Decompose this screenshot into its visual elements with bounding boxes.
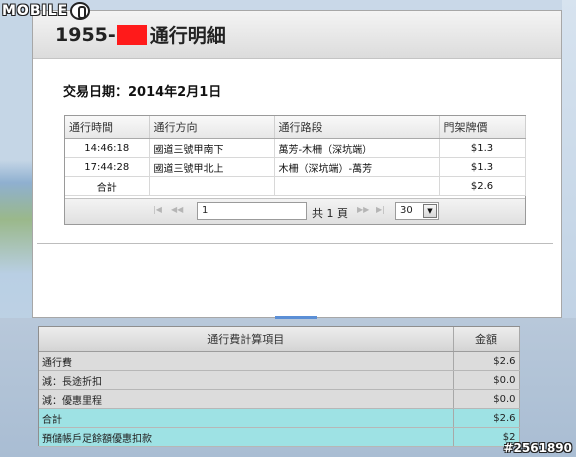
trips-grid: 通行時間 通行方向 通行路段 門架牌價 14:46:18 國道三號甲南下 萬芳-… bbox=[64, 115, 526, 225]
trip-detail-dialog: 1955- 通行明細 交易日期：2014年2月1日 通行時間 通行方向 通行路段… bbox=[32, 10, 562, 318]
fee-row: 減：長途折扣 $0.0 bbox=[39, 370, 520, 390]
title-prefix: 1955- bbox=[55, 23, 116, 46]
total-pages-label: 共 1 頁 bbox=[312, 207, 348, 220]
trips-table: 通行時間 通行方向 通行路段 門架牌價 14:46:18 國道三號甲南下 萬芳-… bbox=[65, 116, 526, 196]
trip-price: $1.3 bbox=[439, 157, 526, 177]
scroll-indicator bbox=[275, 316, 317, 319]
fee-header-item: 通行費計算項目 bbox=[39, 327, 454, 352]
table-row[interactable]: 17:44:28 國道三號甲北上 木柵（深坑端）-萬芳 $1.3 bbox=[65, 157, 526, 177]
dialog-title: 1955- 通行明細 bbox=[55, 21, 226, 48]
fee-row: 合計 $2.6 bbox=[39, 408, 520, 428]
column-header-section[interactable]: 通行路段 bbox=[274, 116, 440, 139]
fee-row: 預儲帳戶足餘額優惠扣款 $2 bbox=[39, 427, 520, 447]
total-empty-section bbox=[274, 176, 440, 196]
next-page-button[interactable]: ▶▶ bbox=[357, 205, 369, 214]
fee-item-label: 減：優惠里程 bbox=[39, 389, 454, 409]
redaction-box bbox=[116, 24, 147, 45]
column-header-price[interactable]: 門架牌價 bbox=[439, 116, 526, 139]
chevron-down-icon[interactable]: ▼ bbox=[423, 204, 437, 218]
trip-section: 萬芳-木柵（深坑端） bbox=[274, 138, 440, 158]
watermark-ring-icon bbox=[70, 2, 91, 20]
trip-time: 14:46:18 bbox=[65, 138, 150, 158]
fee-table: 通行費計算項目 金額 通行費 $2.6 減：長途折扣 $0.0 減：優惠里程 $… bbox=[39, 327, 520, 447]
page-size-value: 30 bbox=[400, 205, 413, 216]
trip-price: $1.3 bbox=[439, 138, 526, 158]
column-header-time[interactable]: 通行時間 bbox=[65, 116, 150, 139]
fee-row: 通行費 $2.6 bbox=[39, 351, 520, 371]
last-page-button[interactable]: ▶| bbox=[376, 205, 385, 214]
fee-item-label: 合計 bbox=[39, 408, 454, 428]
dialog-header: 1955- 通行明細 bbox=[33, 11, 561, 59]
watermark-brand: MOBILE bbox=[2, 3, 69, 19]
transaction-date: 交易日期：2014年2月1日 bbox=[63, 85, 222, 100]
table-row[interactable]: 14:46:18 國道三號甲南下 萬芳-木柵（深坑端） $1.3 bbox=[65, 138, 526, 158]
trip-direction: 國道三號甲北上 bbox=[149, 157, 275, 177]
total-label: 合計 bbox=[65, 176, 150, 196]
fee-header-row: 通行費計算項目 金額 bbox=[39, 327, 520, 352]
prev-page-button[interactable]: ◀◀ bbox=[171, 205, 183, 214]
fee-item-amount: $2.6 bbox=[453, 351, 520, 371]
total-price: $2.6 bbox=[439, 176, 526, 196]
title-suffix: 通行明細 bbox=[149, 25, 226, 47]
trip-time: 17:44:28 bbox=[65, 157, 150, 177]
first-page-button[interactable]: |◀ bbox=[153, 205, 162, 214]
total-row: 合計 $2.6 bbox=[65, 176, 526, 196]
total-empty-direction bbox=[149, 176, 275, 196]
trip-direction: 國道三號甲南下 bbox=[149, 138, 275, 158]
trip-section: 木柵（深坑端）-萬芳 bbox=[274, 157, 440, 177]
divider bbox=[37, 243, 553, 244]
fee-item-label: 預儲帳戶足餘額優惠扣款 bbox=[39, 427, 454, 447]
pager: |◀ ◀◀ 1 共 1 頁 ▶▶ ▶| 30 ▼ bbox=[65, 198, 525, 224]
watermark-logo: MOBILE bbox=[2, 2, 91, 20]
fee-item-amount: $0.0 bbox=[453, 370, 520, 390]
fee-summary-panel: 通行費計算項目 金額 通行費 $2.6 減：長途折扣 $0.0 減：優惠里程 $… bbox=[38, 326, 520, 447]
fee-header-amount: 金額 bbox=[453, 327, 520, 352]
fee-item-amount: $2.6 bbox=[453, 408, 520, 428]
page-size-select[interactable]: 30 ▼ bbox=[395, 202, 439, 220]
fee-row: 減：優惠里程 $0.0 bbox=[39, 389, 520, 409]
trips-header-row: 通行時間 通行方向 通行路段 門架牌價 bbox=[65, 116, 526, 139]
fee-item-label: 減：長途折扣 bbox=[39, 370, 454, 390]
fee-item-amount: $0.0 bbox=[453, 389, 520, 409]
column-header-direction[interactable]: 通行方向 bbox=[149, 116, 275, 139]
page-number-input[interactable]: 1 bbox=[197, 202, 307, 220]
fee-item-label: 通行費 bbox=[39, 351, 454, 371]
watermark-post-id: #2561890 bbox=[503, 441, 572, 455]
